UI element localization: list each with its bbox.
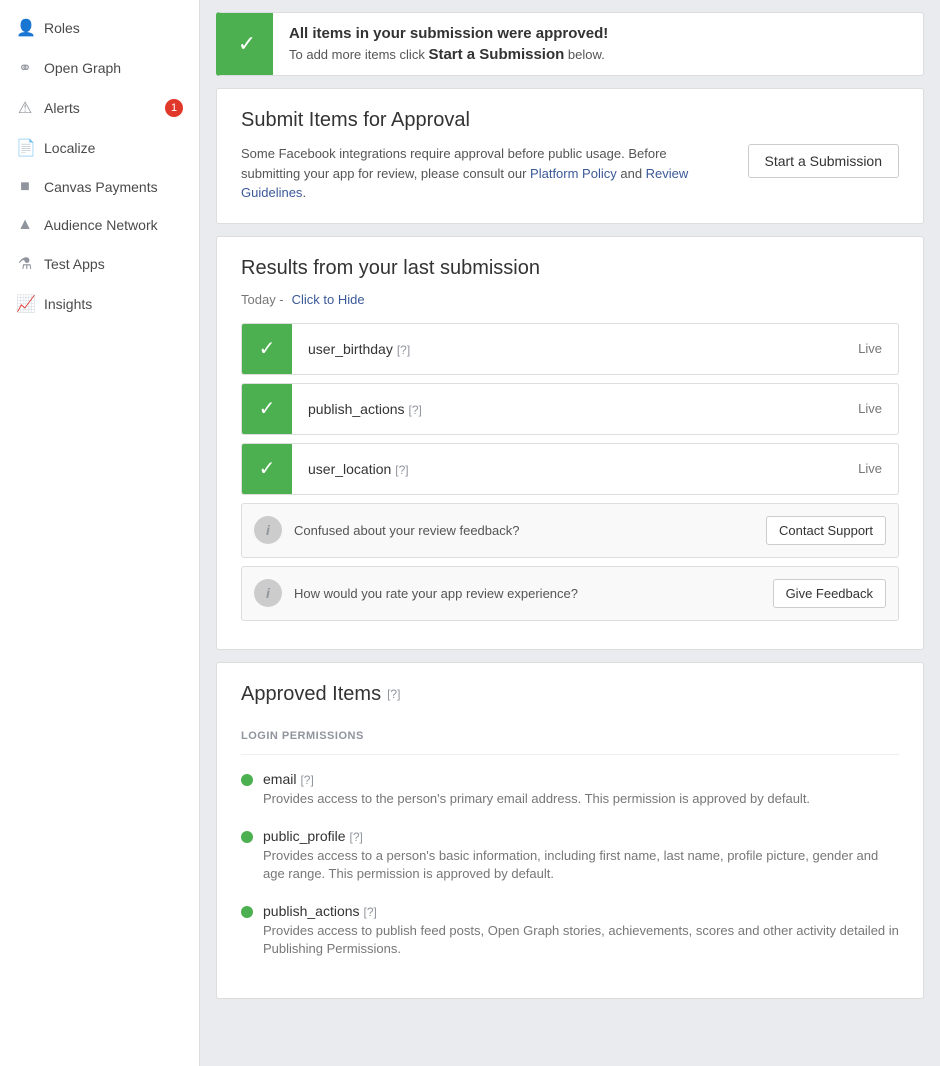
book-icon: 📄 bbox=[16, 138, 34, 158]
result-row-user-birthday: user_birthday[?] Live bbox=[241, 323, 899, 375]
result-check-icon bbox=[242, 384, 292, 434]
card-icon: ■ bbox=[16, 178, 34, 196]
approved-card: Approved Items [?] LOGIN PERMISSIONS ema… bbox=[216, 662, 924, 1000]
feedback-text: How would you rate your app review exper… bbox=[294, 586, 761, 601]
sidebar-item-alerts[interactable]: ⚠ Alerts 1 bbox=[0, 88, 199, 128]
results-date: Today - bbox=[241, 292, 284, 307]
sidebar-item-label: Canvas Payments bbox=[44, 179, 158, 195]
permission-public-profile-desc: Provides access to a person's basic info… bbox=[263, 847, 899, 883]
approval-banner: All items in your submission were approv… bbox=[216, 12, 924, 76]
sidebar-item-label: Alerts bbox=[44, 100, 80, 116]
permission-publish-actions-details: publish_actions[?] Provides access to pu… bbox=[263, 903, 899, 958]
green-dot-publish-actions bbox=[241, 906, 253, 918]
start-submission-button[interactable]: Start a Submission bbox=[748, 144, 900, 178]
green-dot-public-profile bbox=[241, 831, 253, 843]
results-title: Results from your last submission bbox=[241, 257, 899, 280]
permission-public-profile: public_profile[?] Provides access to a p… bbox=[241, 828, 899, 883]
green-dot-email bbox=[241, 774, 253, 786]
confused-text: Confused about your review feedback? bbox=[294, 523, 754, 538]
person-icon: 👤 bbox=[16, 18, 34, 38]
give-feedback-button[interactable]: Give Feedback bbox=[773, 579, 886, 608]
result-row-user-location: user_location[?] Live bbox=[241, 443, 899, 495]
platform-policy-link[interactable]: Platform Policy bbox=[530, 166, 617, 181]
result-name-publish-actions: publish_actions[?] bbox=[292, 401, 842, 417]
sidebar-item-label: Test Apps bbox=[44, 256, 105, 272]
give-feedback-row: i How would you rate your app review exp… bbox=[241, 566, 899, 621]
sidebar-item-label: Roles bbox=[44, 20, 80, 36]
alerts-badge: 1 bbox=[165, 99, 183, 117]
submit-section: Some Facebook integrations require appro… bbox=[241, 144, 899, 203]
submit-card: Submit Items for Approval Some Facebook … bbox=[216, 88, 924, 224]
sidebar-item-roles[interactable]: 👤 Roles bbox=[0, 8, 199, 48]
banner-check-icon bbox=[221, 13, 273, 75]
sidebar-item-label: Audience Network bbox=[44, 217, 158, 233]
permission-email-desc: Provides access to the person's primary … bbox=[263, 790, 810, 808]
main-content: All items in your submission were approv… bbox=[200, 0, 940, 1066]
result-name-user-birthday: user_birthday[?] bbox=[292, 341, 842, 357]
permission-email-name: email[?] bbox=[263, 771, 810, 787]
permission-email-details: email[?] Provides access to the person's… bbox=[263, 771, 810, 808]
sidebar-item-audience-network[interactable]: ▲ Audience Network bbox=[0, 206, 199, 244]
permission-public-profile-details: public_profile[?] Provides access to a p… bbox=[263, 828, 899, 883]
permission-public-profile-name: public_profile[?] bbox=[263, 828, 899, 844]
info-icon-support: i bbox=[254, 516, 282, 544]
sidebar-item-open-graph[interactable]: ⚭ Open Graph bbox=[0, 48, 199, 88]
result-check-icon bbox=[242, 324, 292, 374]
result-status-user-birthday: Live bbox=[842, 341, 898, 356]
permission-email: email[?] Provides access to the person's… bbox=[241, 771, 899, 808]
result-check-icon bbox=[242, 444, 292, 494]
login-permissions-label: LOGIN PERMISSIONS bbox=[241, 722, 899, 755]
banner-title: All items in your submission were approv… bbox=[289, 25, 608, 42]
submit-title: Submit Items for Approval bbox=[241, 109, 899, 132]
network-icon: ▲ bbox=[16, 216, 34, 234]
results-card: Results from your last submission Today … bbox=[216, 236, 924, 650]
sidebar-item-test-apps[interactable]: ⚗ Test Apps bbox=[0, 244, 199, 284]
approved-title: Approved Items [?] bbox=[241, 683, 899, 706]
banner-description: To add more items click Start a Submissi… bbox=[289, 46, 608, 63]
chart-icon: 📈 bbox=[16, 294, 34, 314]
info-icon-feedback: i bbox=[254, 579, 282, 607]
sidebar-item-label: Open Graph bbox=[44, 60, 121, 76]
hide-link[interactable]: Click to Hide bbox=[292, 292, 365, 307]
flask-icon: ⚗ bbox=[16, 254, 34, 274]
sidebar-item-label: Localize bbox=[44, 140, 95, 156]
result-status-user-location: Live bbox=[842, 461, 898, 476]
result-row-publish-actions: publish_actions[?] Live bbox=[241, 383, 899, 435]
permission-publish-actions-desc: Provides access to publish feed posts, O… bbox=[263, 922, 899, 958]
sidebar: 👤 Roles ⚭ Open Graph ⚠ Alerts 1 📄 Locali… bbox=[0, 0, 200, 1066]
permission-publish-actions: publish_actions[?] Provides access to pu… bbox=[241, 903, 899, 958]
result-status-publish-actions: Live bbox=[842, 401, 898, 416]
results-header: Today - Click to Hide bbox=[241, 292, 899, 307]
banner-text: All items in your submission were approv… bbox=[273, 13, 624, 75]
sidebar-item-localize[interactable]: 📄 Localize bbox=[0, 128, 199, 168]
sidebar-item-insights[interactable]: 📈 Insights bbox=[0, 284, 199, 324]
permission-publish-actions-name: publish_actions[?] bbox=[263, 903, 899, 919]
contact-support-row: i Confused about your review feedback? C… bbox=[241, 503, 899, 558]
graph-icon: ⚭ bbox=[16, 58, 34, 78]
bell-icon: ⚠ bbox=[16, 98, 34, 118]
result-name-user-location: user_location[?] bbox=[292, 461, 842, 477]
sidebar-item-label: Insights bbox=[44, 296, 92, 312]
contact-support-button[interactable]: Contact Support bbox=[766, 516, 886, 545]
submit-description: Some Facebook integrations require appro… bbox=[241, 144, 728, 203]
sidebar-item-canvas-payments[interactable]: ■ Canvas Payments bbox=[0, 168, 199, 206]
